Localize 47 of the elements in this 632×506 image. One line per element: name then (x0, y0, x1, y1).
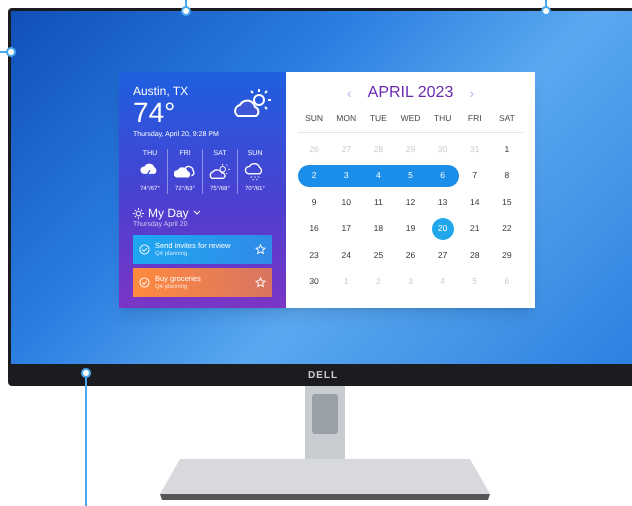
weekday-label: SUN (304, 112, 324, 125)
calendar-day[interactable]: 25 (362, 244, 394, 266)
calendar-day[interactable]: 27 (426, 244, 459, 266)
star-icon[interactable] (255, 244, 266, 254)
callout-marker-drawing (540, 0, 552, 18)
partly-sunny-icon (232, 88, 272, 120)
calendar-day[interactable]: 24 (330, 244, 362, 266)
calendar-day[interactable]: 21 (458, 218, 491, 240)
calendar-day[interactable]: 19 (394, 218, 427, 240)
calendar-day[interactable]: 11 (362, 191, 394, 213)
callout-marker-drawing (180, 0, 192, 18)
star-icon[interactable] (255, 276, 266, 288)
calendar-day[interactable]: 14 (458, 191, 491, 213)
weekday-label: THU (432, 112, 452, 125)
calendar-day[interactable]: 8 (490, 164, 523, 186)
callout-marker-drawing (0, 46, 18, 58)
calendar-day[interactable]: 29 (490, 244, 523, 266)
calendar-day[interactable]: 13 (426, 191, 459, 213)
check-circle-icon[interactable] (139, 244, 150, 254)
weekday-label: WED (400, 112, 422, 125)
weekday-label: TUE (368, 112, 388, 125)
calendar-day[interactable]: 15 (490, 191, 523, 213)
calendar-day[interactable]: 26 (394, 244, 427, 266)
city-name: Austin, TX (133, 84, 188, 98)
weekday-label: MON (335, 112, 358, 125)
calendar-day[interactable]: 7 (458, 164, 491, 186)
check-circle-icon[interactable] (139, 276, 150, 288)
calendar-day[interactable]: 22 (490, 218, 523, 240)
weekday-label: FRI (466, 112, 483, 125)
calendar-day[interactable]: 28 (458, 244, 491, 266)
brand-logo: DELL (308, 368, 338, 382)
weekday-label: SAT (498, 112, 516, 125)
chevron-down-icon[interactable] (192, 210, 201, 216)
temperature: 74° (133, 98, 176, 128)
sun-icon (133, 208, 144, 218)
calendar-day[interactable]: 1 (490, 138, 523, 160)
calendar-day[interactable]: 23 (298, 244, 330, 266)
calendar-day[interactable]: 12 (394, 191, 427, 213)
my-day-title[interactable]: My Day (148, 206, 189, 220)
month-title: APRIL 2023 (368, 83, 454, 103)
calendar-day[interactable]: 30 (298, 270, 330, 292)
calendar-day[interactable]: 10 (330, 191, 362, 213)
calendar-day[interactable]: 9 (298, 191, 330, 213)
calendar-day[interactable]: 17 (330, 218, 362, 240)
sun-cloud-icon (209, 162, 231, 182)
calendar-day[interactable]: 16 (298, 218, 330, 240)
calendar-day[interactable]: 18 (362, 218, 394, 240)
